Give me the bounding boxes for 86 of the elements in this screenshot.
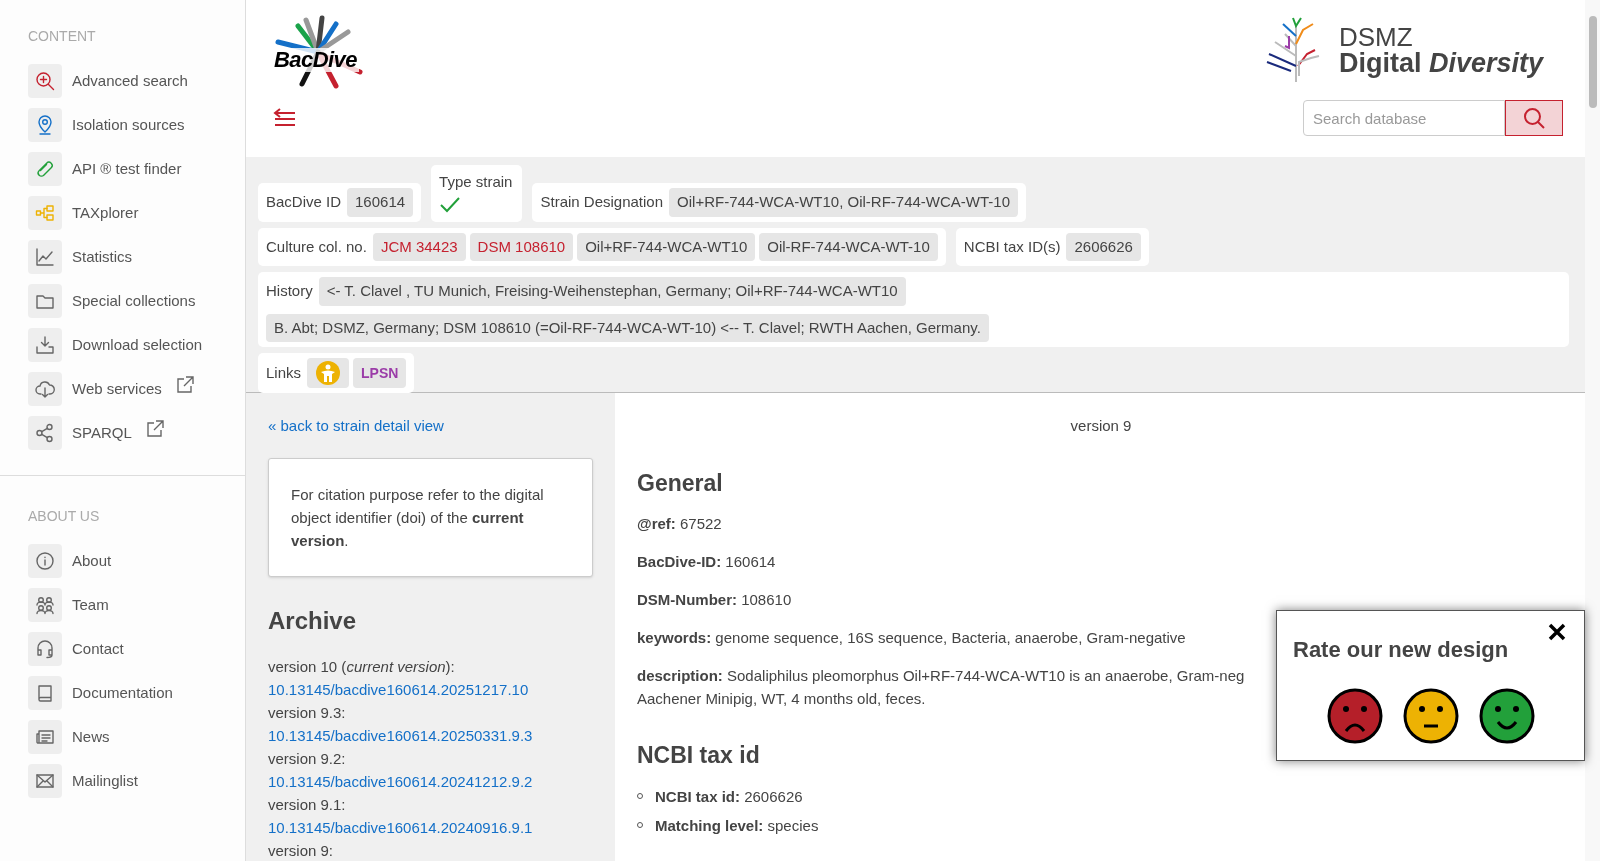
field-label: Culture col. no. xyxy=(266,236,367,257)
external-link-icon xyxy=(175,376,194,394)
happy-face-icon[interactable] xyxy=(1478,688,1535,744)
book-icon xyxy=(28,676,62,710)
share-nodes-icon xyxy=(28,416,62,450)
sidebar-item[interactable]: Advanced search xyxy=(28,59,217,103)
sidebar-item[interactable]: API ® test finder xyxy=(28,147,217,191)
neutral-face-icon[interactable] xyxy=(1402,688,1459,744)
culture-collection-link[interactable]: JCM 34423 xyxy=(372,232,466,261)
sidebar-item[interactable]: About xyxy=(28,539,217,583)
cloud-download-icon xyxy=(28,372,62,406)
people-icon xyxy=(28,588,62,622)
magnifier-plus-icon xyxy=(28,64,62,98)
citation-note: For citation purpose refer to the digital object identifier (doi) of the current version. xyxy=(268,457,593,577)
menu-collapse-icon[interactable] xyxy=(272,106,298,128)
logo-text: DSMZ xyxy=(1338,23,1414,50)
sad-face-icon[interactable] xyxy=(1326,688,1383,744)
value-chip: Oil+RF-744-WCA-WT10 xyxy=(577,232,756,261)
pill-icon xyxy=(28,152,62,186)
location-pin-icon xyxy=(28,108,62,142)
newspaper-icon xyxy=(28,720,62,754)
popup-title: Rate our new design xyxy=(1293,636,1510,664)
section-heading: CONTENT xyxy=(28,27,97,46)
version-label: version 9 xyxy=(1069,416,1133,436)
close-icon[interactable] xyxy=(1548,623,1566,641)
version-label: version 9.3: xyxy=(268,702,347,723)
field-label: Type strain xyxy=(439,172,513,192)
download-tray-icon xyxy=(28,328,62,362)
version-label: version 9.2: xyxy=(268,748,347,769)
sidebar-item[interactable]: Contact xyxy=(28,627,217,671)
sidebar-item[interactable]: Web services xyxy=(28,367,217,411)
sidebar-item[interactable]: Isolation sources xyxy=(28,103,217,147)
field-text: @ref: 67522 xyxy=(637,514,722,534)
search-icon xyxy=(1523,107,1545,129)
search-field[interactable]: Search database xyxy=(1303,100,1505,136)
field-text: description: Sodaliphilus pleomorphus Oil+RF-744-WCA-WT10 is an anaerobe, Gram-neg Aachener Minipig, WT, 4 months old, feces. xyxy=(637,666,1245,709)
logo-text[interactable]: BacDive xyxy=(272,48,359,72)
folder-icon xyxy=(28,284,62,318)
archive-heading: Archive xyxy=(268,605,358,636)
scrollbar[interactable] xyxy=(1585,0,1600,861)
version-label: version 9: xyxy=(268,840,335,861)
field-text: DSM-Number: 108610 xyxy=(637,590,792,610)
field-label: NCBI tax ID(s) xyxy=(963,236,1061,257)
value-chip: 160614 xyxy=(347,188,414,217)
field-label: BacDive ID xyxy=(266,192,342,212)
envelope-icon xyxy=(28,764,62,798)
doi-link[interactable]: 10.13145/bacdive160614.20240916.9.1 xyxy=(268,815,593,839)
lpsn-link[interactable]: LPSN xyxy=(353,358,407,388)
sidebar-item[interactable]: Download selection xyxy=(28,323,217,367)
section-heading: NCBI tax id xyxy=(637,741,761,770)
value-chip: Oil-RF-744-WCA-WT-10 xyxy=(759,232,938,261)
line-chart-icon xyxy=(28,240,62,274)
field-text: Matching level: species xyxy=(655,815,819,836)
doi-link[interactable]: 10.13145/bacdive160614.20250331.9.3 xyxy=(268,723,593,747)
field-label: Strain Designation xyxy=(540,192,664,212)
value-chip: 2606626 xyxy=(1066,232,1141,261)
sidebar-item[interactable]: Documentation xyxy=(28,671,217,715)
section-heading: ABOUT US xyxy=(28,507,101,526)
sidebar-item[interactable]: Statistics xyxy=(28,235,217,279)
logo-text: Digital Diversity xyxy=(1338,49,1543,77)
info-icon xyxy=(28,544,62,578)
back-link[interactable]: « back to strain detail view xyxy=(268,415,593,438)
search-button[interactable] xyxy=(1505,100,1563,136)
sidebar-item[interactable]: Special collections xyxy=(28,279,217,323)
field-label: History xyxy=(266,281,313,301)
sidebar-item[interactable]: News xyxy=(28,715,217,759)
sidebar-item[interactable]: Mailinglist xyxy=(28,759,217,803)
doi-link[interactable]: 10.13145/bacdive160614.20241212.9.2 xyxy=(268,769,593,793)
value-chip: Oil+RF-744-WCA-WT10, Oil-RF-744-WCA-WT-10 xyxy=(669,188,1018,217)
history-entry: B. Abt; DSMZ, Germany; DSM 108610 (=Oil-RF-744-WCA-WT-10) <-- T. Clavel; RWTH Aachen, Germany. xyxy=(266,313,989,342)
field-label: Links xyxy=(266,362,302,383)
field-text: NCBI tax id: 2606626 xyxy=(655,786,803,807)
doi-link[interactable]: 10.13145/bacdive160614.20251217.10 xyxy=(268,677,593,701)
version-label: version 10 (current version): xyxy=(268,656,456,677)
hierarchy-icon xyxy=(28,196,62,230)
field-text: BacDive-ID: 160614 xyxy=(637,552,776,572)
section-heading: General xyxy=(637,468,724,498)
culture-collection-link[interactable]: DSM 108610 xyxy=(469,232,574,261)
sidebar-item[interactable]: Team xyxy=(28,583,217,627)
external-link-icon xyxy=(145,420,164,438)
history-entry: <- T. Clavel , TU Munich, Freising-Weihenstephan, Germany; Oil+RF-744-WCA-WT10 xyxy=(318,277,906,306)
sidebar-item[interactable]: TAXplorer xyxy=(28,191,217,235)
sidebar-item[interactable]: SPARQL xyxy=(28,411,217,455)
headset-icon xyxy=(28,632,62,666)
field-text: keywords: genome sequence, 16S sequence, Bacteria, anaerobe, Gram-negative xyxy=(637,628,1186,648)
version-label: version 9.1: xyxy=(268,794,347,815)
